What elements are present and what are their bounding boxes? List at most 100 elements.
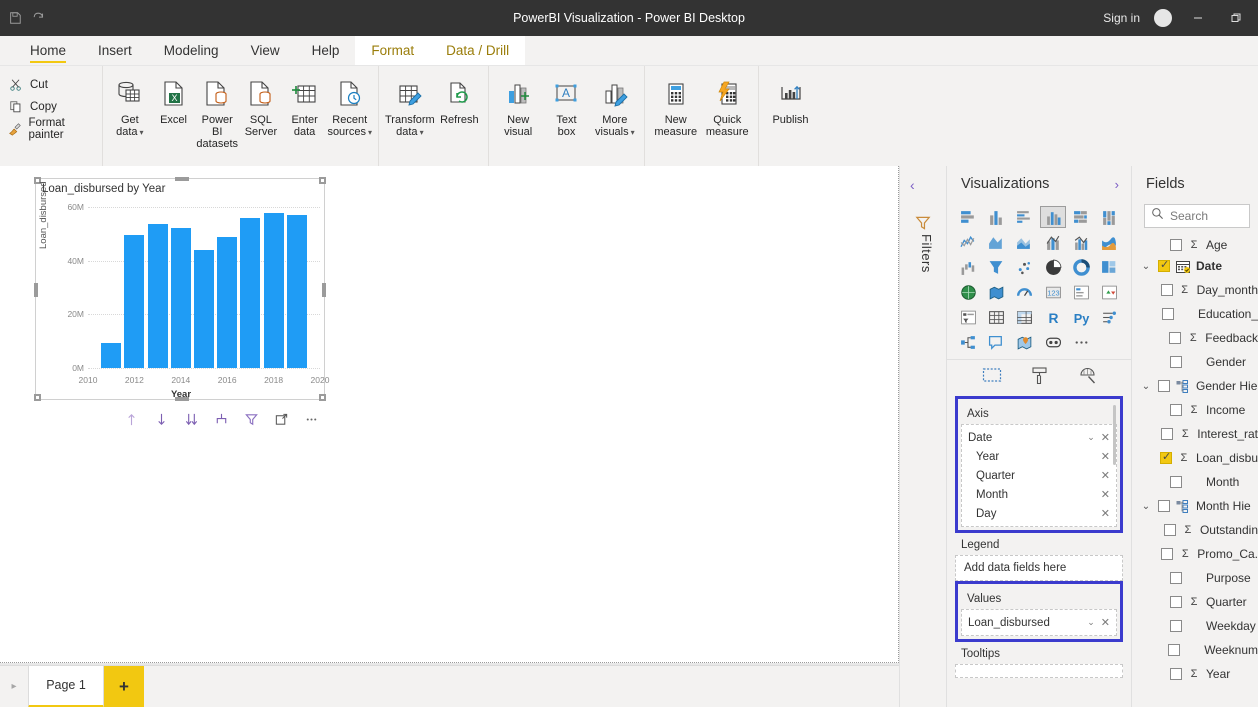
arcgis-maps-icon[interactable] [1012,331,1038,353]
treemap-icon[interactable] [1097,256,1123,278]
field-well-tooltips[interactable]: Tooltips [955,642,1123,678]
field-item-year[interactable]: ΣYear [1132,662,1258,686]
field-checkbox[interactable] [1170,668,1182,680]
field-well-pill[interactable]: Year✕ [962,447,1116,466]
minimize-icon[interactable] [1186,7,1210,29]
field-item-feedback[interactable]: ΣFeedback [1132,326,1258,350]
chart-visual-container[interactable]: Loan_disbursed by Year Loan_disbursed Ye… [35,178,325,400]
donut-chart-icon[interactable] [1068,256,1094,278]
chart-plot-area[interactable]: Loan_disbursed Year 0M20M40M60M 20102012… [36,199,326,401]
remove-field-icon[interactable]: ✕ [1101,469,1110,482]
chart-bar[interactable] [101,343,121,368]
remove-field-icon[interactable]: ✕ [1101,488,1110,501]
field-item-month-hie[interactable]: ⌄Month Hie [1132,494,1258,518]
remove-field-icon[interactable]: ✕ [1101,431,1110,444]
expand-next-level-icon[interactable] [183,411,199,427]
stacked-bar-chart-icon[interactable] [955,206,981,228]
resize-handle-top[interactable] [175,177,189,181]
ribbon-chart-icon[interactable] [1097,231,1123,253]
field-item-gender[interactable]: Gender [1132,350,1258,374]
format-paint-roller-icon[interactable] [1031,366,1049,390]
funnel-chart-icon[interactable] [983,256,1009,278]
fields-pane-icon[interactable] [982,367,1002,389]
field-item-income[interactable]: ΣIncome [1132,398,1258,422]
field-checkbox[interactable] [1170,404,1182,416]
field-well-values[interactable]: ValuesLoan_disbursed⌄✕ [955,581,1123,642]
field-item-loan-disbu[interactable]: ΣLoan_disbu [1132,446,1258,470]
field-item-outstandin[interactable]: ΣOutstandin [1132,518,1258,542]
add-page-button[interactable]: + [104,666,144,707]
more-options-icon[interactable] [303,411,319,427]
field-item-age[interactable]: ΣAge [1132,236,1258,254]
chevron-down-icon[interactable]: ⌄ [1140,501,1152,512]
slicer-icon[interactable] [955,306,981,328]
gauge-icon[interactable] [1012,281,1038,303]
new-measure-button[interactable]: New measure [651,70,701,138]
chevron-down-icon[interactable]: ⌄ [1087,617,1095,628]
field-well-dropzone[interactable]: Date⌄✕Year✕Quarter✕Month✕Day✕ [961,424,1117,527]
chevron-right-icon[interactable]: › [1115,177,1119,192]
field-checkbox[interactable] [1158,380,1170,392]
filters-pane-collapsed[interactable]: ‹ Filters [899,166,946,707]
stacked-area-chart-icon[interactable] [1012,231,1038,253]
line-chart-icon[interactable] [955,231,981,253]
chevron-down-icon[interactable]: ⌄ [1140,261,1152,272]
restore-icon[interactable] [1224,7,1248,29]
page-tab-page-1[interactable]: Page 1 [28,666,104,707]
format-painter-button[interactable]: Format painter [6,118,96,140]
tab-help[interactable]: Help [296,36,356,65]
field-item-quarter[interactable]: ΣQuarter [1132,590,1258,614]
field-checkbox[interactable] [1170,239,1182,251]
field-well-pill[interactable]: Quarter✕ [962,466,1116,485]
field-checkbox[interactable] [1161,284,1173,296]
tab-format[interactable]: Format [355,36,430,65]
refresh-button[interactable]: Refresh [437,70,482,126]
field-item-weeknum[interactable]: Weeknum [1132,638,1258,662]
field-well-dropzone[interactable]: Loan_disbursed⌄✕ [961,609,1117,636]
decomposition-tree-icon[interactable] [955,331,981,353]
power-bi-datasets-button[interactable]: Power BI datasets [196,70,238,150]
chart-bar[interactable] [217,237,237,368]
sql-server-button[interactable]: SQL Server [240,70,282,138]
chevron-down-icon[interactable]: ⌄ [1087,432,1095,443]
field-well-axis[interactable]: AxisDate⌄✕Year✕Quarter✕Month✕Day✕ [955,396,1123,533]
remove-field-icon[interactable]: ✕ [1101,616,1110,629]
field-item-interest-rat[interactable]: ΣInterest_rat [1132,422,1258,446]
chart-bar[interactable] [124,235,144,368]
line-clustered-column-chart-icon[interactable] [1068,231,1094,253]
field-item-promo-ca[interactable]: ΣPromo_Ca. [1132,542,1258,566]
resize-handle-top-right[interactable] [319,177,326,184]
matrix-icon[interactable] [1012,306,1038,328]
multi-row-card-icon[interactable] [1068,281,1094,303]
pie-chart-icon[interactable] [1040,256,1066,278]
publish-button[interactable]: Publish [765,70,816,126]
drill-down-icon[interactable] [153,411,169,427]
field-checkbox[interactable] [1162,308,1174,320]
avatar[interactable] [1154,9,1172,27]
analytics-magnifier-icon[interactable] [1078,366,1097,390]
field-checkbox[interactable] [1170,596,1182,608]
field-checkbox[interactable] [1158,260,1170,272]
enter-data-button[interactable]: Enter data [284,70,326,138]
field-item-day-month[interactable]: ΣDay_month [1132,278,1258,302]
remove-field-icon[interactable]: ✕ [1101,450,1110,463]
clustered-bar-chart-icon[interactable] [1012,206,1038,228]
more-visuals-ellipsis-icon[interactable] [1068,331,1094,353]
waterfall-chart-icon[interactable] [955,256,981,278]
field-checkbox[interactable] [1160,452,1172,464]
qa-visual-icon[interactable] [983,331,1009,353]
tab-data-drill[interactable]: Data / Drill [430,36,525,65]
field-item-gender-hie[interactable]: ⌄Gender Hie [1132,374,1258,398]
scatter-chart-icon[interactable] [1012,256,1038,278]
chart-bar[interactable] [194,250,214,368]
new-visual-button[interactable]: New visual [495,70,541,138]
r-script-visual-icon[interactable]: R [1040,306,1066,328]
paginated-report-icon[interactable] [1040,331,1066,353]
kpi-icon[interactable] [1097,281,1123,303]
100-percent-stacked-column-chart-icon[interactable] [1097,206,1123,228]
get-data-button[interactable]: Get data▾ [109,70,151,139]
field-well-pill[interactable]: Loan_disbursed⌄✕ [962,613,1116,632]
chart-bar[interactable] [287,215,307,368]
field-checkbox[interactable] [1170,476,1182,488]
tab-insert[interactable]: Insert [82,36,148,65]
